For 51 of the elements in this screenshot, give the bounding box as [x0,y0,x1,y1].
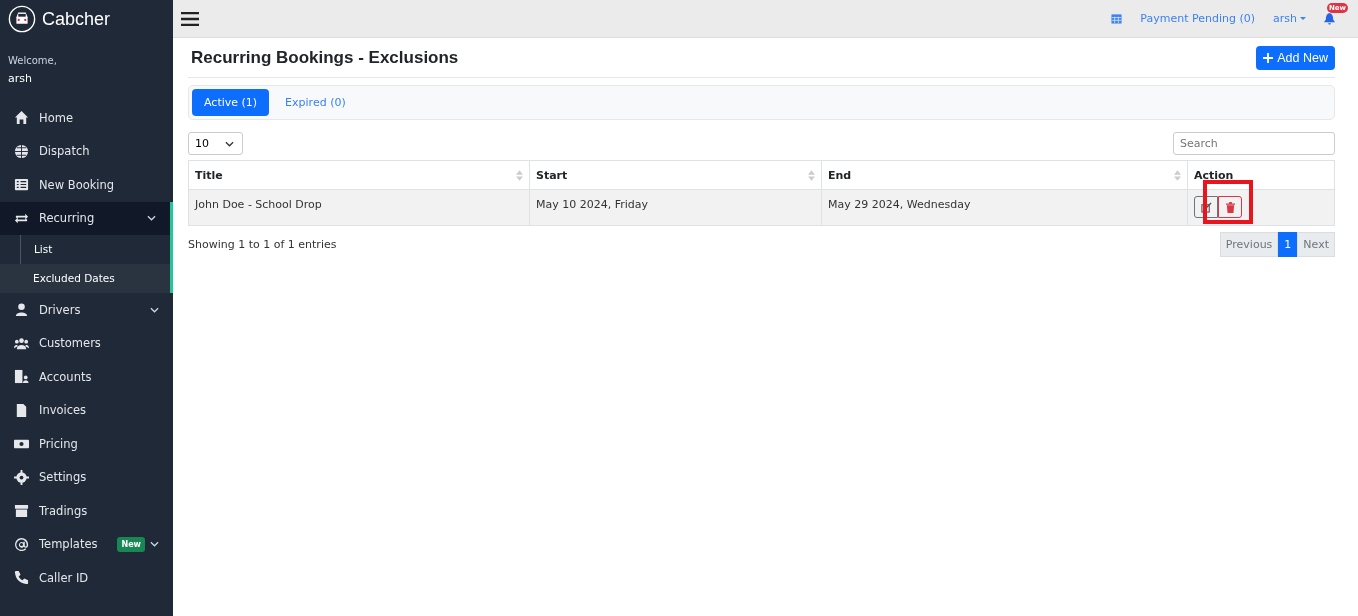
welcome-text: Welcome, [8,55,57,66]
submenu-item[interactable]: Excluded Dates [0,264,170,293]
user-name: arsh [8,72,32,85]
page-button[interactable]: 1 [1278,232,1298,257]
delete-button[interactable] [1218,196,1242,218]
trash-icon [1225,201,1235,213]
sidebar-item[interactable]: Templates New [0,527,173,561]
sidebar-item[interactable]: Recurring [0,201,170,235]
gear-icon [14,469,29,485]
tab[interactable]: Expired (0) [273,89,358,116]
sidebar-item[interactable]: Pricing [0,427,173,461]
search-field[interactable]: Search [1173,132,1335,155]
page-title: Recurring Bookings - Exclusions [191,48,459,68]
add-new-button[interactable]: Add New [1256,46,1335,70]
home-icon [14,110,29,126]
phone-icon [14,570,29,586]
user-icon [14,302,29,318]
users-icon [14,335,29,351]
sidebar-item[interactable]: New Booking [0,168,173,202]
page-size-select[interactable]: 10 [188,132,243,155]
table-cell: May 29 2024, Wednesday [822,190,1188,226]
sidebar-item[interactable]: Tradings [0,494,173,528]
taxi-logo-icon [8,5,36,33]
list-icon [14,177,29,193]
edit-button[interactable] [1194,196,1218,218]
sidebar-item[interactable]: Home [0,101,173,135]
building-icon [14,369,29,385]
store-icon [14,503,29,519]
sidebar-item[interactable]: Customers [0,326,173,360]
table-cell: May 10 2024, Friday [530,190,822,226]
sidebar-item[interactable]: Drivers [0,293,173,327]
caret-icon [1300,17,1306,20]
plus-icon [1263,53,1274,63]
bell-icon[interactable] [1324,12,1335,25]
menu-icon[interactable] [181,11,199,26]
file-icon [14,402,29,418]
at-icon [14,536,29,552]
sidebar-item[interactable]: Dispatch [0,134,173,168]
sidebar-item[interactable]: Settings [0,460,173,494]
entries-info: Showing 1 to 1 of 1 entries [188,238,337,251]
chevron-icon [225,140,234,147]
brand-name: Cabcher [42,8,111,30]
globe-icon [14,143,29,159]
calendar-icon[interactable] [1111,13,1123,24]
edit-icon [1200,201,1212,213]
tab[interactable]: Active (1) [192,89,270,116]
sidebar-item[interactable]: Invoices [0,393,173,427]
new-badge: New [117,536,145,552]
sidebar-item[interactable]: Accounts [0,360,173,394]
table-cell: John Doe - School Drop [189,190,530,226]
sidebar-item[interactable]: Caller ID [0,561,173,595]
